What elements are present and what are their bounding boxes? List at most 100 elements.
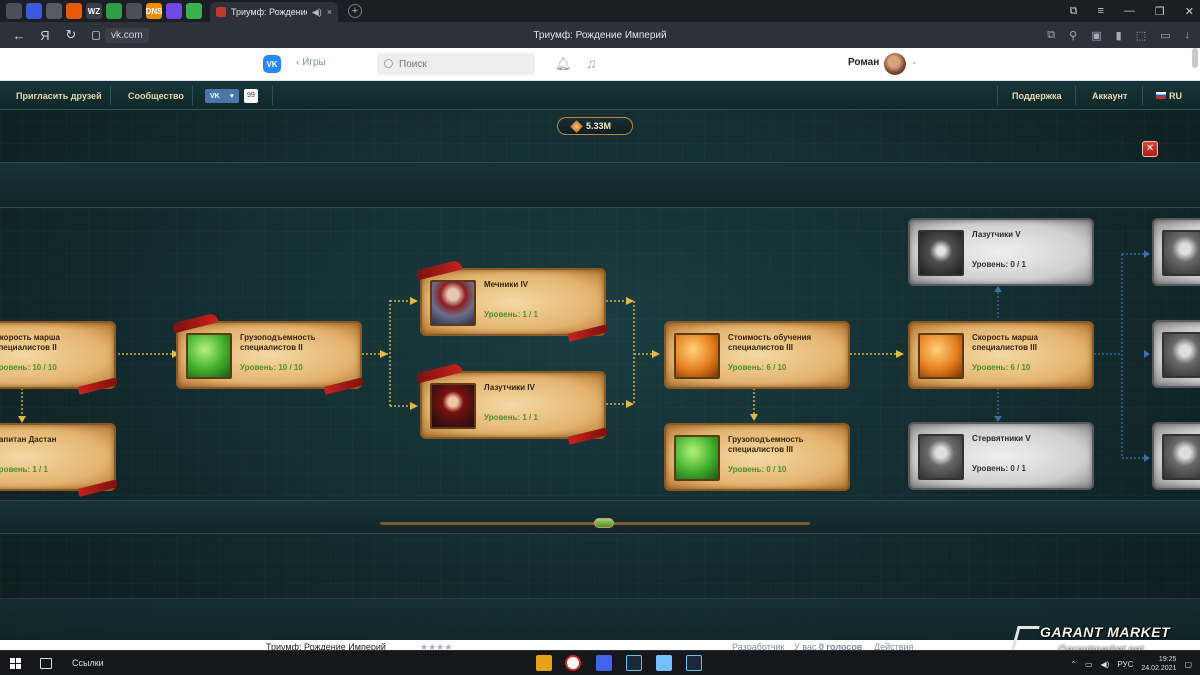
divider xyxy=(272,86,273,105)
bookmark-icon[interactable]: ▮ xyxy=(1116,29,1122,42)
file-explorer-icon[interactable] xyxy=(536,655,552,671)
vk-logo-icon[interactable]: VK xyxy=(263,55,281,73)
app-icon[interactable] xyxy=(596,655,612,671)
pinned-tab-icon[interactable] xyxy=(166,3,182,19)
yandex-icon[interactable]: Я xyxy=(38,28,52,43)
account-link[interactable]: Аккаунт xyxy=(1092,91,1127,101)
active-tab[interactable]: Триумф: Рождение ◀) × xyxy=(210,2,338,22)
restore-icon[interactable]: ❐ xyxy=(1155,5,1165,18)
pinned-tab-icon[interactable] xyxy=(26,3,42,19)
tab-close-icon[interactable]: × xyxy=(327,7,332,17)
steam-icon[interactable] xyxy=(626,655,642,671)
yandex-browser-icon[interactable] xyxy=(565,655,581,671)
collections-icon[interactable]: ⧉ xyxy=(1070,5,1078,18)
skill-level: Уровень: 1 / 1 xyxy=(0,465,48,474)
notifications-bell-icon[interactable]: 🔔︎ xyxy=(555,56,572,72)
skill-title: Грузоподъемность специалистов III xyxy=(728,435,804,454)
browser-tools: ⧉ ⚲ ▣ ▮ ⬚ ▭ ↓ xyxy=(1047,22,1190,48)
skill-node-partial[interactable] xyxy=(1152,422,1200,490)
back-to-games-link[interactable]: ‹ Игры xyxy=(296,57,326,68)
pinned-tab-icon[interactable] xyxy=(66,3,82,19)
pinned-tab-icon[interactable] xyxy=(46,3,62,19)
menu-icon[interactable]: ≡ xyxy=(1097,5,1103,17)
community-link[interactable]: Сообщество xyxy=(128,91,184,101)
tray-chevron-icon[interactable]: ⌃ xyxy=(1070,660,1077,669)
reload-icon[interactable]: ↻ xyxy=(64,27,78,43)
russia-flag-icon xyxy=(1156,92,1166,99)
back-arrow-icon[interactable]: ← xyxy=(12,28,26,43)
address-bar: ← Я ↻ vk.com Триумф: Рождение Империй ⧉ … xyxy=(0,22,1200,48)
keyboard-language[interactable]: РУС xyxy=(1117,660,1133,669)
tab-favicon-icon xyxy=(216,7,226,17)
music-icon[interactable]: ♫ xyxy=(586,55,597,71)
pinned-tab-icon[interactable] xyxy=(186,3,202,19)
network-icon[interactable]: ▭ xyxy=(1085,660,1093,669)
url-field[interactable]: vk.com xyxy=(92,27,149,43)
divider xyxy=(192,86,193,105)
arrow-to-n6 xyxy=(652,350,660,358)
skill-node-n1[interactable]: Скорость марша специалистов II Уровень: 1… xyxy=(0,321,119,395)
back-link-label: Игры xyxy=(302,57,326,68)
pinned-tab-icon[interactable]: DNS xyxy=(146,3,162,19)
pinned-tab-icon[interactable] xyxy=(6,3,22,19)
skill-level: Уровень: 0 / 10 xyxy=(728,465,787,474)
skill-node-n2[interactable]: Капитан Дастан Уровень: 1 / 1 xyxy=(0,423,119,497)
skill-node-n9[interactable]: Скорость марша специалистов III Уровень: … xyxy=(908,321,1094,389)
arrow-right-top xyxy=(1144,250,1150,258)
skill-node-n6[interactable]: Стоимость обучения специалистов III Урове… xyxy=(664,321,850,389)
avatar[interactable] xyxy=(884,53,906,75)
extension-icon[interactable]: ▣ xyxy=(1091,29,1101,42)
tab-title: Триумф: Рождение xyxy=(231,7,307,17)
minimize-icon[interactable]: — xyxy=(1124,5,1135,17)
user-name[interactable]: Роман xyxy=(848,57,879,68)
app-icon[interactable] xyxy=(656,655,672,671)
skill-node-n7[interactable]: Грузоподъемность специалистов III Уровень… xyxy=(664,423,850,491)
screen: WZ DNS Триумф: Рождение ◀) × + ⧉ ≡ — ❐ ✕ … xyxy=(0,0,1200,675)
clock[interactable]: 19:25 24.02.2021 xyxy=(1141,655,1176,673)
skill-node-n5[interactable]: Лазутчики IV Уровень: 1 / 1 xyxy=(415,362,609,445)
skill-portrait xyxy=(918,333,964,379)
invite-friends-link[interactable]: Пригласить друзей xyxy=(16,91,102,101)
screenshot-icon[interactable]: ▭ xyxy=(1160,29,1170,42)
skill-node-n4[interactable]: Мечники IV Уровень: 1 / 1 xyxy=(415,259,609,342)
watermark-brand: GARANT MARKET xyxy=(1040,624,1171,640)
links-toolbar[interactable]: Ссылки xyxy=(72,658,104,668)
language-selector[interactable]: RU xyxy=(1169,91,1182,101)
pinned-tab-icon[interactable] xyxy=(126,3,142,19)
skill-node-partial[interactable] xyxy=(1152,320,1200,388)
speaker-icon[interactable]: ◀) xyxy=(312,7,322,18)
skill-node-n3[interactable]: Грузоподъемность специалистов II Уровень:… xyxy=(171,312,365,395)
zoom-icon[interactable]: ⚲ xyxy=(1069,29,1077,42)
page-scrollbar[interactable] xyxy=(1192,48,1198,68)
skill-portrait xyxy=(1162,332,1200,378)
game-canvas: 5.33M ✕ Скорость марша специалистов II У… xyxy=(0,110,1200,650)
steam-icon[interactable] xyxy=(686,655,702,671)
notifications-icon[interactable]: ▢ xyxy=(1184,660,1192,669)
pinned-tab-icon[interactable] xyxy=(106,3,122,19)
vk-like-button[interactable]: VK ♥ xyxy=(205,89,239,103)
windows-start-icon[interactable] xyxy=(10,658,21,669)
download-icon[interactable]: ↓ xyxy=(1185,29,1191,41)
support-link[interactable]: Поддержка xyxy=(1012,91,1062,101)
search-icon xyxy=(384,59,393,68)
share-icon[interactable]: ⬚ xyxy=(1136,29,1146,42)
translate-icon[interactable]: ⧉ xyxy=(1047,29,1055,42)
pinned-tab-icon[interactable]: WZ xyxy=(86,3,102,19)
skill-portrait xyxy=(918,230,964,276)
arrow-to-n8 xyxy=(994,286,1002,292)
skill-level: Уровень: 10 / 10 xyxy=(240,363,303,372)
new-tab-button[interactable]: + xyxy=(348,4,362,18)
arrow-to-n7 xyxy=(750,414,758,421)
windows-taskbar: Ссылки ⌃ ▭ ◀) РУС 19:25 24.02.2021 ▢ xyxy=(0,650,1200,675)
skill-node-n10[interactable]: Стервятники V Уровень: 0 / 1 xyxy=(908,422,1094,490)
task-view-icon[interactable] xyxy=(40,658,52,669)
skill-node-n8[interactable]: Лазутчики V Уровень: 0 / 1 xyxy=(908,218,1094,286)
chevron-down-icon[interactable]: ⌄ xyxy=(911,57,918,66)
skill-node-partial[interactable] xyxy=(1152,218,1200,286)
volume-icon[interactable]: ◀) xyxy=(1101,660,1110,669)
search-input[interactable] xyxy=(377,53,535,75)
close-window-icon[interactable]: ✕ xyxy=(1185,5,1194,18)
skill-title: Стоимость обучения специалистов III xyxy=(728,333,812,352)
tree-scroll-thumb[interactable] xyxy=(594,518,614,528)
clock-time: 19:25 xyxy=(1158,656,1177,663)
